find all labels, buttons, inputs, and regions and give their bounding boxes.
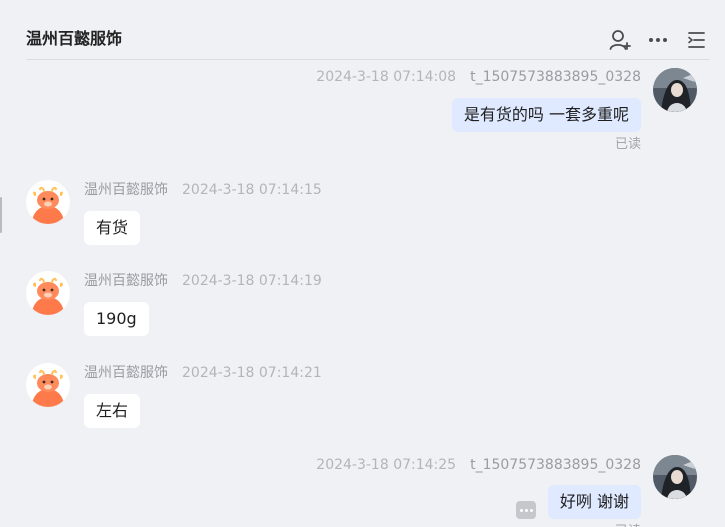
more-icon[interactable] [646,28,670,52]
panel-resize-handle[interactable] [0,197,2,233]
message-time: 2024-3-18 07:14:25 [316,457,457,473]
message-meta: 2024-3-18 07:14:25 t_1507573883895_0328 [316,456,641,474]
shop-avatar[interactable] [26,363,70,407]
message-sender: 温州百懿服饰 [84,273,168,289]
chat-title: 温州百懿服饰 [26,29,123,48]
message-time: 2024-3-18 07:14:19 [182,273,322,289]
message-bubble[interactable]: 190g [84,302,149,336]
chat-window: 温州百懿服饰 2024-3-18 07:14:08 t_150757388389… [0,0,725,527]
message-bubble[interactable]: 有货 [84,211,141,245]
message-meta: 温州百懿服饰 2024-3-18 07:14:15 [84,181,322,199]
message-sender: t_1507573883895_0328 [470,69,641,85]
message-meta: 温州百懿服饰 2024-3-18 07:14:19 [84,272,322,290]
message-meta: 2024-3-18 07:14:08 t_1507573883895_0328 [316,68,641,86]
message-more-icon[interactable] [516,501,536,519]
message-time: 2024-3-18 07:14:21 [182,365,322,381]
shop-avatar[interactable] [26,271,70,315]
user-avatar[interactable] [653,455,697,499]
message-time: 2024-3-18 07:14:15 [182,182,322,198]
chat-header: 温州百懿服饰 [0,0,725,60]
header-divider [26,59,710,60]
user-avatar[interactable] [653,68,697,112]
add-contact-icon[interactable] [608,28,632,52]
message-bubble[interactable]: 左右 [84,394,141,428]
menu-list-icon[interactable] [684,28,708,52]
message-bubble[interactable]: 好咧 谢谢 [547,485,641,519]
read-status: 已读 [614,137,641,152]
message-time: 2024-3-18 07:14:08 [316,69,457,85]
message-bubble[interactable]: 是有货的吗 一套多重呢 [451,98,641,132]
message-sender: 温州百懿服饰 [84,182,168,198]
message-sender: 温州百懿服饰 [84,365,168,381]
message-meta: 温州百懿服饰 2024-3-18 07:14:21 [84,364,322,382]
shop-avatar[interactable] [26,180,70,224]
message-sender: t_1507573883895_0328 [470,457,641,473]
